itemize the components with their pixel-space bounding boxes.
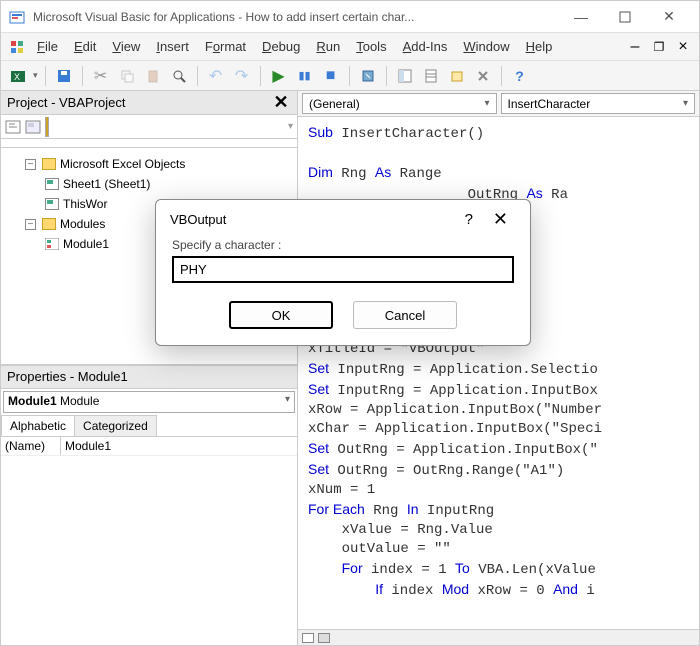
project-explorer-icon[interactable] — [394, 65, 416, 87]
menu-addins[interactable]: Add-Ins — [395, 35, 456, 58]
tree-item-sheet1[interactable]: Sheet1 (Sheet1) — [5, 174, 293, 194]
object-combobox[interactable]: (General) — [302, 93, 497, 114]
property-value[interactable]: Module1 — [61, 437, 115, 455]
properties-panel-header: Properties - Module1 — [1, 365, 297, 389]
view-code-icon[interactable] — [5, 120, 21, 134]
run-icon[interactable]: ▶ — [268, 65, 290, 87]
collapse-icon[interactable]: − — [25, 159, 36, 170]
view-excel-icon[interactable]: X — [7, 65, 29, 87]
vba-icon[interactable] — [7, 37, 27, 57]
menu-tools[interactable]: Tools — [348, 35, 394, 58]
cut-icon[interactable]: ✂ — [90, 65, 112, 87]
workbook-icon — [45, 198, 59, 210]
menu-format[interactable]: Format — [197, 35, 254, 58]
object-browser-icon[interactable] — [446, 65, 468, 87]
menu-insert[interactable]: Insert — [148, 35, 197, 58]
close-button[interactable]: ✕ — [647, 2, 691, 32]
menu-bar: File Edit View Insert Format Debug Run T… — [1, 33, 699, 61]
tab-alphabetic[interactable]: Alphabetic — [1, 415, 75, 436]
project-toolbar: ▾ — [1, 115, 297, 139]
copy-icon[interactable] — [116, 65, 138, 87]
dialog-prompt-label: Specify a character : — [172, 238, 514, 252]
collapse-icon[interactable]: − — [25, 219, 36, 230]
menu-debug[interactable]: Debug — [254, 35, 308, 58]
minimize-button[interactable]: — — [559, 2, 603, 32]
procedure-view-icon[interactable] — [302, 633, 314, 643]
menu-view[interactable]: View — [104, 35, 148, 58]
folder-icon — [42, 218, 56, 230]
maximize-button[interactable] — [603, 2, 647, 32]
save-icon[interactable] — [53, 65, 75, 87]
tree-folder-excel-objects[interactable]: − Microsoft Excel Objects — [5, 154, 293, 174]
app-icon — [9, 9, 25, 25]
dialog-help-icon[interactable]: ? — [453, 211, 485, 228]
menu-file[interactable]: File — [29, 35, 66, 58]
inputbox-dialog: VBOutput ? ✕ Specify a character : OK Ca… — [155, 199, 531, 346]
find-icon[interactable] — [168, 65, 190, 87]
procedure-combobox[interactable]: InsertCharacter — [501, 93, 696, 114]
redo-icon[interactable]: ↷ — [231, 65, 253, 87]
mdi-minimize-icon[interactable]: – — [625, 37, 645, 57]
mdi-close-icon[interactable]: × — [673, 37, 693, 57]
module-icon — [45, 238, 59, 250]
project-panel-close-icon[interactable]: ✕ — [271, 92, 291, 113]
property-name: (Name) — [1, 437, 61, 455]
toolbox-icon[interactable] — [472, 65, 494, 87]
dialog-title: VBOutput — [170, 212, 453, 227]
svg-text:X: X — [14, 72, 20, 82]
properties-object-selector[interactable]: Module1 Module ▾ — [3, 391, 295, 413]
help-icon[interactable]: ? — [509, 65, 531, 87]
view-object-icon[interactable] — [25, 120, 41, 134]
design-mode-icon[interactable] — [357, 65, 379, 87]
project-panel-header: Project - VBAProject ✕ — [1, 91, 297, 115]
code-view-toggle — [298, 629, 699, 645]
window-title: Microsoft Visual Basic for Applications … — [33, 10, 559, 24]
undo-icon[interactable]: ↶ — [205, 65, 227, 87]
menu-run[interactable]: Run — [308, 35, 348, 58]
menu-window[interactable]: Window — [455, 35, 517, 58]
dialog-close-icon[interactable]: ✕ — [485, 209, 516, 230]
reset-icon[interactable]: ■ — [320, 65, 342, 87]
standard-toolbar: X ▾ ✂ ↶ ↷ ▶ ▮▮ ■ ? — [1, 61, 699, 91]
cancel-button[interactable]: Cancel — [353, 301, 457, 329]
properties-panel-title: Properties - Module1 — [7, 369, 128, 384]
menu-help[interactable]: Help — [518, 35, 561, 58]
code-editor[interactable]: Sub InsertCharacter() Dim Rng As Range O… — [298, 117, 699, 629]
mdi-restore-icon[interactable]: ❐ — [649, 37, 669, 57]
paste-icon[interactable] — [142, 65, 164, 87]
properties-grid[interactable]: (Name) Module1 — [1, 437, 297, 646]
break-icon[interactable]: ▮▮ — [294, 65, 316, 87]
folder-icon — [42, 158, 56, 170]
ok-button[interactable]: OK — [229, 301, 333, 329]
tab-categorized[interactable]: Categorized — [74, 415, 157, 436]
full-module-view-icon[interactable] — [318, 633, 330, 643]
toggle-folders-icon[interactable] — [45, 117, 49, 137]
properties-icon[interactable] — [420, 65, 442, 87]
dialog-input[interactable] — [172, 256, 514, 283]
project-panel-title: Project - VBAProject — [7, 95, 126, 110]
worksheet-icon — [45, 178, 59, 190]
window-titlebar: Microsoft Visual Basic for Applications … — [1, 1, 699, 33]
menu-edit[interactable]: Edit — [66, 35, 104, 58]
property-row[interactable]: (Name) Module1 — [1, 437, 297, 456]
